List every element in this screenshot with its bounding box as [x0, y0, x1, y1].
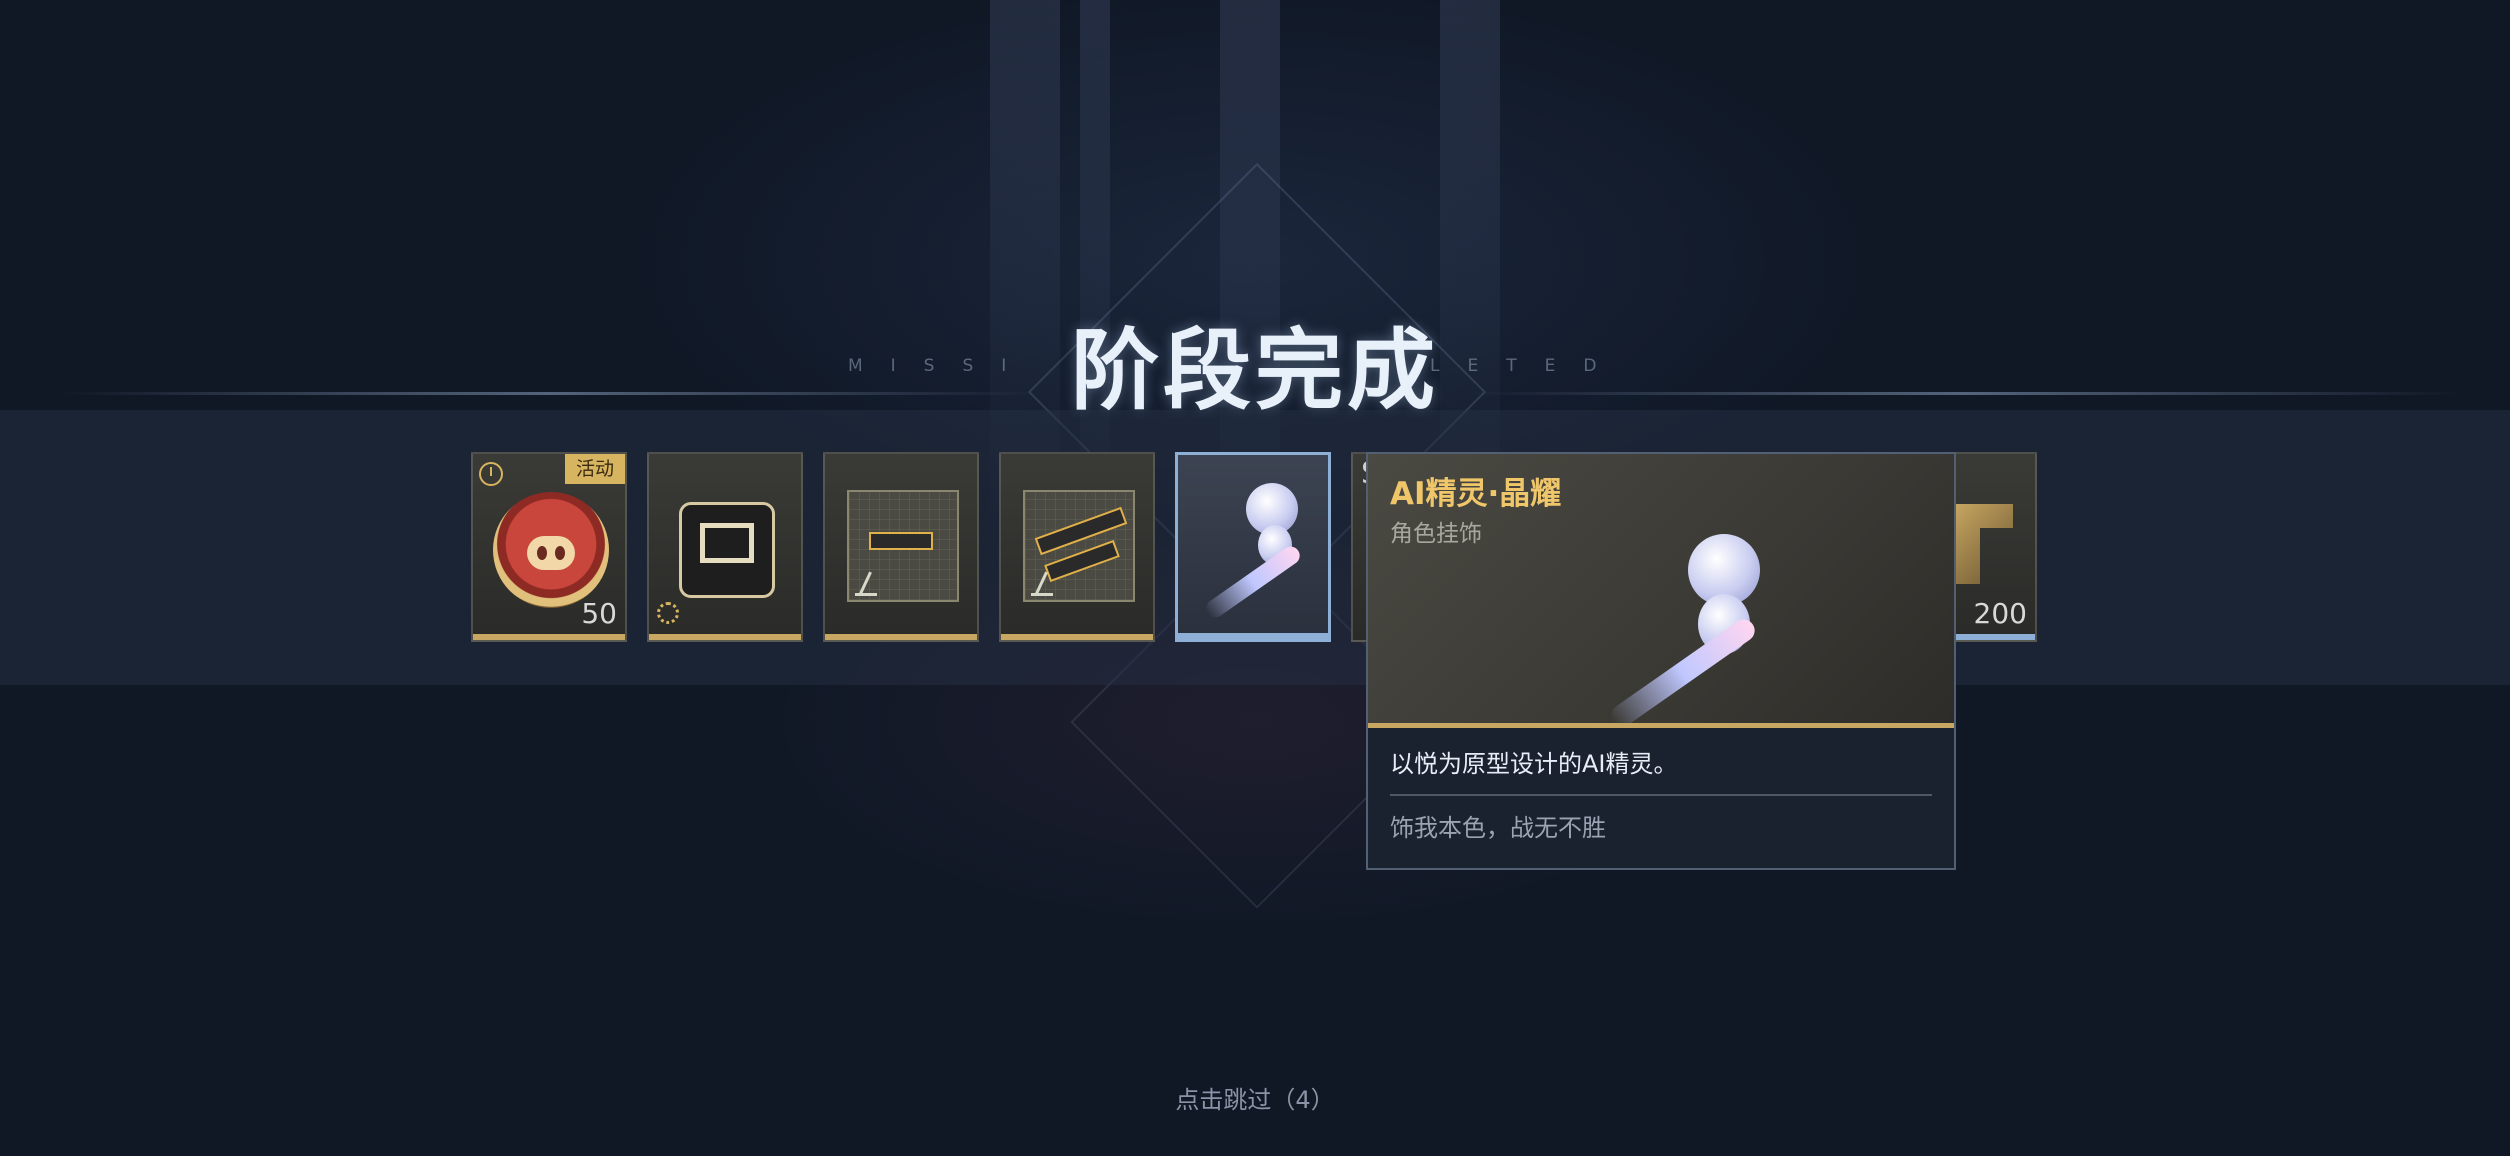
tooltip-description: 以悦为原型设计的AI精灵。	[1390, 750, 1678, 778]
reward-item-pig-coin[interactable]: 活动 50	[471, 452, 627, 642]
tooltip-item-type: 角色挂饰	[1390, 521, 1482, 547]
tooltip-flavor-text: 饰我本色，战无不胜	[1390, 814, 1606, 842]
item-tooltip: AI精灵·晶耀 角色挂饰 以悦为原型设计的AI精灵。 饰我本色，战无不胜	[1366, 452, 1956, 870]
tooltip-item-name: AI精灵·晶耀	[1390, 476, 1562, 512]
clock-icon	[479, 462, 503, 486]
reward-item-chest[interactable]	[647, 452, 803, 642]
rarity-bar	[1178, 633, 1328, 639]
event-tag: 活动	[565, 454, 625, 484]
rarity-bar	[649, 634, 801, 640]
rarity-bar	[825, 634, 977, 640]
stage-complete-title: 阶段完成	[1070, 319, 1439, 422]
reward-item-ai-sprite[interactable]	[1175, 452, 1331, 642]
pig-coin-icon	[493, 492, 609, 608]
rarity-bar	[1001, 634, 1153, 640]
tooltip-header: AI精灵·晶耀 角色挂饰	[1368, 454, 1954, 731]
reward-item-pistol-blueprint[interactable]	[823, 452, 979, 642]
tooltip-separator	[1390, 794, 1932, 796]
reward-count: 200	[1973, 597, 2027, 630]
ai-sprite-icon	[1178, 455, 1328, 639]
gear-icon	[657, 602, 679, 624]
emblem-icon	[1953, 504, 2013, 584]
pistol-blueprint-icon	[847, 490, 959, 602]
reward-count: 50	[581, 597, 617, 630]
skip-button[interactable]: 点击跳过（4）	[0, 1080, 2510, 1115]
ai-sprite-preview-icon	[1598, 514, 1798, 731]
compass-icon	[855, 571, 877, 596]
compass-icon	[1031, 571, 1053, 596]
rifle-blueprint-icon	[1023, 490, 1135, 602]
pistol-icon	[869, 532, 933, 550]
reward-item-rifle-blueprint[interactable]	[999, 452, 1155, 642]
chest-icon	[679, 502, 775, 598]
rarity-bar	[473, 634, 625, 640]
